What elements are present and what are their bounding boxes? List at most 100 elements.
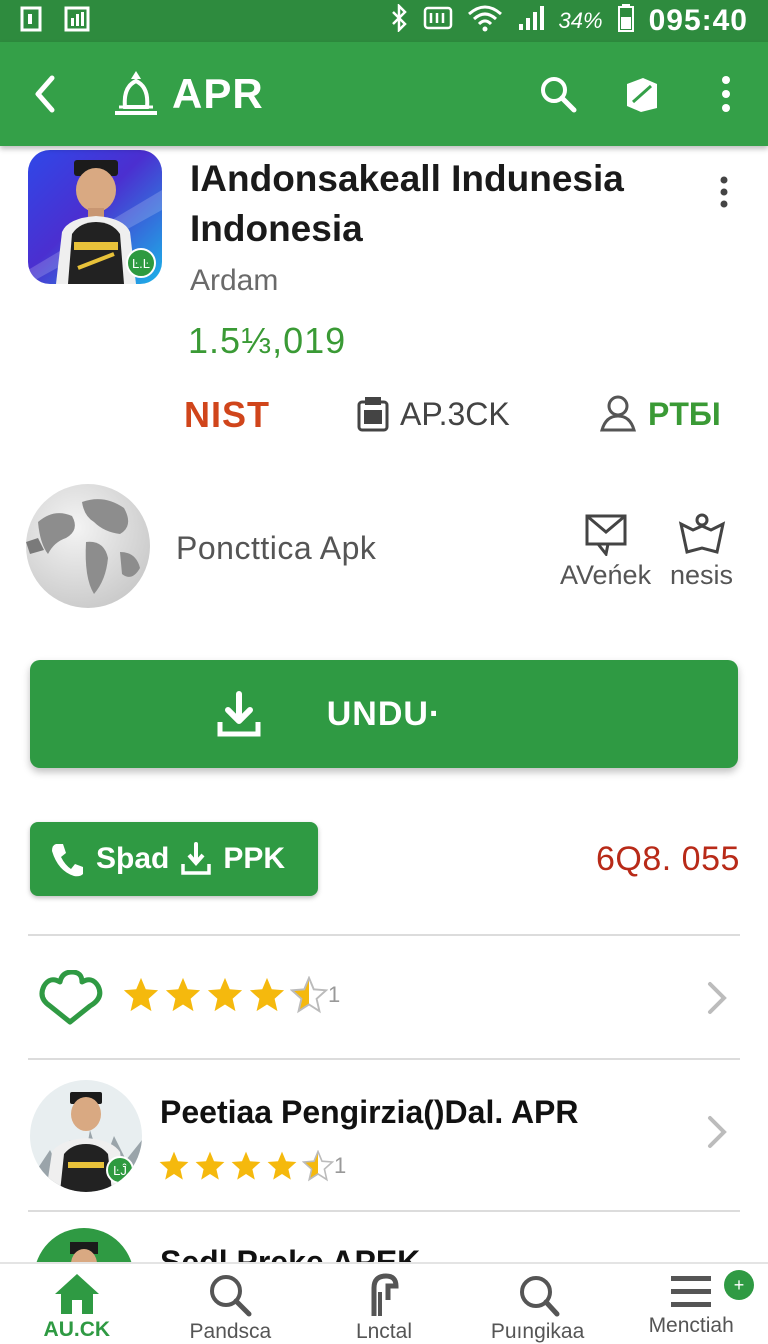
- bell-logo-icon: [106, 67, 166, 121]
- nav-label: Puıngikaa: [490, 1320, 585, 1343]
- badge-action[interactable]: nesis: [670, 512, 733, 591]
- star-icon: [249, 977, 285, 1012]
- package-icon: [357, 397, 389, 432]
- star-icon: [231, 1151, 261, 1180]
- app-title: IAndonsakeall Indunesia Indonesia: [190, 154, 670, 254]
- secondary-label: Sþad: [96, 842, 170, 875]
- home-icon: [54, 1274, 99, 1314]
- rating-row[interactable]: 1: [0, 940, 768, 1058]
- more-vertical-icon: [722, 76, 730, 112]
- app-bar: APR: [0, 42, 768, 146]
- message-icon: [585, 514, 627, 556]
- sim-icon: [20, 6, 42, 37]
- developer-name[interactable]: Ardam: [190, 264, 278, 298]
- rating-suffix: 1: [328, 982, 341, 1007]
- gallery-icon: [64, 6, 90, 37]
- verified-badge: Ŀ.Ŀ: [126, 248, 156, 278]
- download-icon: [217, 691, 261, 737]
- message-action[interactable]: AVeńek: [560, 512, 651, 591]
- search-icon: [519, 1276, 560, 1317]
- download-button[interactable]: UNDU·: [30, 660, 738, 768]
- file-size: 6Q8. 055: [596, 840, 740, 878]
- package-info: AP.3CK: [356, 394, 510, 434]
- source-label: Poncttica Apk: [176, 530, 377, 566]
- download-label: UNDU·: [326, 694, 442, 733]
- review-stars: 1: [158, 1150, 346, 1182]
- avatar: [34, 1228, 134, 1266]
- nav-item-search-2[interactable]: Puıngikaa: [461, 1264, 615, 1344]
- nav-item-local[interactable]: Lnctal: [307, 1264, 461, 1344]
- category-tag: NIST: [184, 394, 271, 435]
- hook-icon: [371, 1273, 399, 1316]
- notification-badge: +: [723, 1270, 754, 1300]
- nav-item-search[interactable]: Pandsca: [154, 1264, 308, 1344]
- nav-label: Pandsca: [189, 1320, 272, 1343]
- status-bar: 34% 095:40: [0, 0, 768, 42]
- star-icon: [159, 1151, 189, 1180]
- back-button[interactable]: [0, 42, 90, 146]
- star-icon: [195, 1151, 225, 1180]
- source-row: Poncttica Apk AVeńek nesis: [0, 478, 768, 618]
- review-item-partial[interactable]: Sedl Preke APEK: [0, 1216, 768, 1266]
- leaf-icon: [39, 970, 103, 1025]
- more-vertical-icon: [720, 176, 728, 208]
- review-item[interactable]: ĿĴ Peetiaa Pengirzia()Dal. APR 1: [0, 1064, 768, 1210]
- divider: [28, 1210, 740, 1212]
- globe-icon: [24, 482, 152, 610]
- star-icon: [207, 977, 243, 1012]
- nav-label: Menctiah: [648, 1314, 734, 1337]
- download-icon: [181, 842, 212, 875]
- package-label: AP.3CK: [400, 395, 510, 432]
- back-arrow-icon: [35, 75, 55, 113]
- audience-label: PTБI: [648, 395, 721, 432]
- nav-item-menu[interactable]: Menctiah +: [614, 1264, 768, 1344]
- secondary-download-button[interactable]: Sþad PPK: [30, 822, 318, 896]
- app-title-line1: IAndonsakeall Indunesia: [190, 158, 624, 199]
- message-action-label: AVeńek: [560, 560, 652, 590]
- nfc-icon: [423, 5, 453, 38]
- rating-stars: 1: [122, 976, 340, 1014]
- clock: 095:40: [648, 4, 748, 37]
- secondary-label2: PPK: [223, 842, 286, 875]
- user-icon: [600, 395, 636, 432]
- app-title-line2: Indonesia: [190, 208, 363, 249]
- nav-label: AU.CK: [43, 1318, 111, 1341]
- chevron-right-icon: [708, 1116, 727, 1148]
- divider: [28, 934, 740, 936]
- badge-icon: [678, 513, 725, 554]
- rating-suffix: 1: [334, 1153, 347, 1178]
- bottom-navigation: AU.CK Pandsca Lnctal Puıngikaa Menctiah …: [0, 1262, 768, 1344]
- divider: [28, 1058, 740, 1060]
- star-icon: [165, 977, 201, 1012]
- signal-icon: [517, 4, 545, 39]
- wifi-icon: [467, 4, 503, 39]
- battery-percent: 34%: [558, 8, 603, 33]
- bluetooth-icon: [389, 2, 409, 39]
- avatar: ĿĴ: [30, 1080, 142, 1192]
- verified-badge: ĿĴ: [106, 1156, 134, 1184]
- audience-info: PTБI: [598, 394, 721, 434]
- search-icon: [210, 1275, 252, 1317]
- star-icon: [123, 977, 159, 1012]
- star-icon: [267, 1151, 297, 1180]
- phone-icon: [52, 844, 83, 877]
- half-star-icon: [302, 1150, 334, 1182]
- review-title: Peetiaa Pengirzia()Dal. APR: [160, 1094, 579, 1130]
- nav-label: Lnctal: [355, 1320, 412, 1343]
- nav-item-home[interactable]: AU.CK: [0, 1264, 154, 1344]
- tag-icon: [627, 78, 657, 112]
- badge-action-label: nesis: [670, 560, 734, 590]
- more-options-button[interactable]: [684, 42, 768, 146]
- tag-button[interactable]: [600, 42, 684, 146]
- chevron-right-icon: [708, 982, 727, 1014]
- search-button[interactable]: [516, 42, 600, 146]
- app-bar-title: APR: [172, 70, 264, 117]
- app-menu-button[interactable]: [706, 172, 742, 212]
- app-header: Ŀ.Ŀ IAndonsakeall Indunesia Indonesia Ar…: [0, 146, 768, 366]
- download-count: 1.5⅓,019: [188, 320, 347, 361]
- menu-icon: [671, 1276, 712, 1307]
- meta-row: NIST AP.3CK PTБI: [0, 388, 768, 448]
- battery-icon: [617, 3, 635, 40]
- half-star-icon: [290, 976, 328, 1014]
- app-icon[interactable]: Ŀ.Ŀ: [28, 150, 162, 284]
